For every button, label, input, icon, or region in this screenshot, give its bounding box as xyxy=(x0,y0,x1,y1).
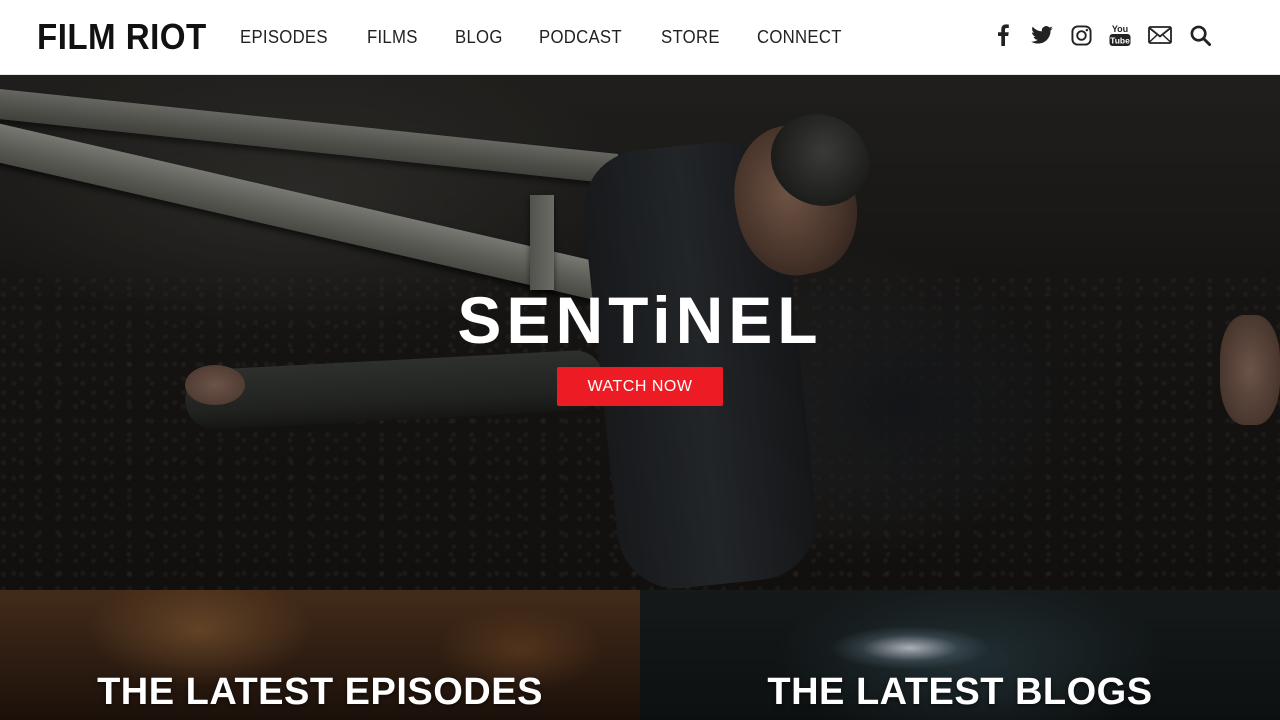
latest-episodes-tile[interactable]: THE LATEST EPISODES xyxy=(0,590,640,720)
latest-blogs-title: THE LATEST BLOGS xyxy=(767,671,1153,713)
latest-episodes-title: THE LATEST EPISODES xyxy=(97,671,543,713)
nav-episodes[interactable]: EPISODES xyxy=(240,26,328,48)
email-icon[interactable] xyxy=(1146,22,1174,48)
facebook-icon[interactable] xyxy=(990,22,1016,48)
main-nav: EPISODES FILMS BLOG PODCAST STORE CONNEC… xyxy=(240,26,882,48)
search-icon[interactable] xyxy=(1187,22,1213,48)
latest-blogs-tile[interactable]: THE LATEST BLOGS xyxy=(640,590,1280,720)
youtube-icon-tube: Tube xyxy=(1110,36,1130,46)
site-logo[interactable]: FILM RIOT xyxy=(37,16,207,58)
youtube-icon-you: You xyxy=(1112,24,1128,34)
nav-films[interactable]: FILMS xyxy=(367,26,418,48)
twitter-icon[interactable] xyxy=(1029,22,1055,48)
nav-podcast[interactable]: PODCAST xyxy=(539,26,622,48)
instagram-icon[interactable] xyxy=(1068,22,1094,48)
social-icons: You Tube xyxy=(990,22,1226,48)
nav-connect[interactable]: CONNECT xyxy=(757,26,842,48)
nav-store[interactable]: STORE xyxy=(661,26,720,48)
watch-now-button[interactable]: WATCH NOW xyxy=(557,367,723,406)
hero-title: SENTiNEL xyxy=(457,283,823,357)
site-header: FILM RIOT EPISODES FILMS BLOG PODCAST ST… xyxy=(0,0,1280,75)
youtube-icon[interactable]: You Tube xyxy=(1107,22,1133,48)
hero-banner[interactable]: SENTiNEL WATCH NOW xyxy=(0,75,1280,590)
nav-blog[interactable]: BLOG xyxy=(455,26,503,48)
